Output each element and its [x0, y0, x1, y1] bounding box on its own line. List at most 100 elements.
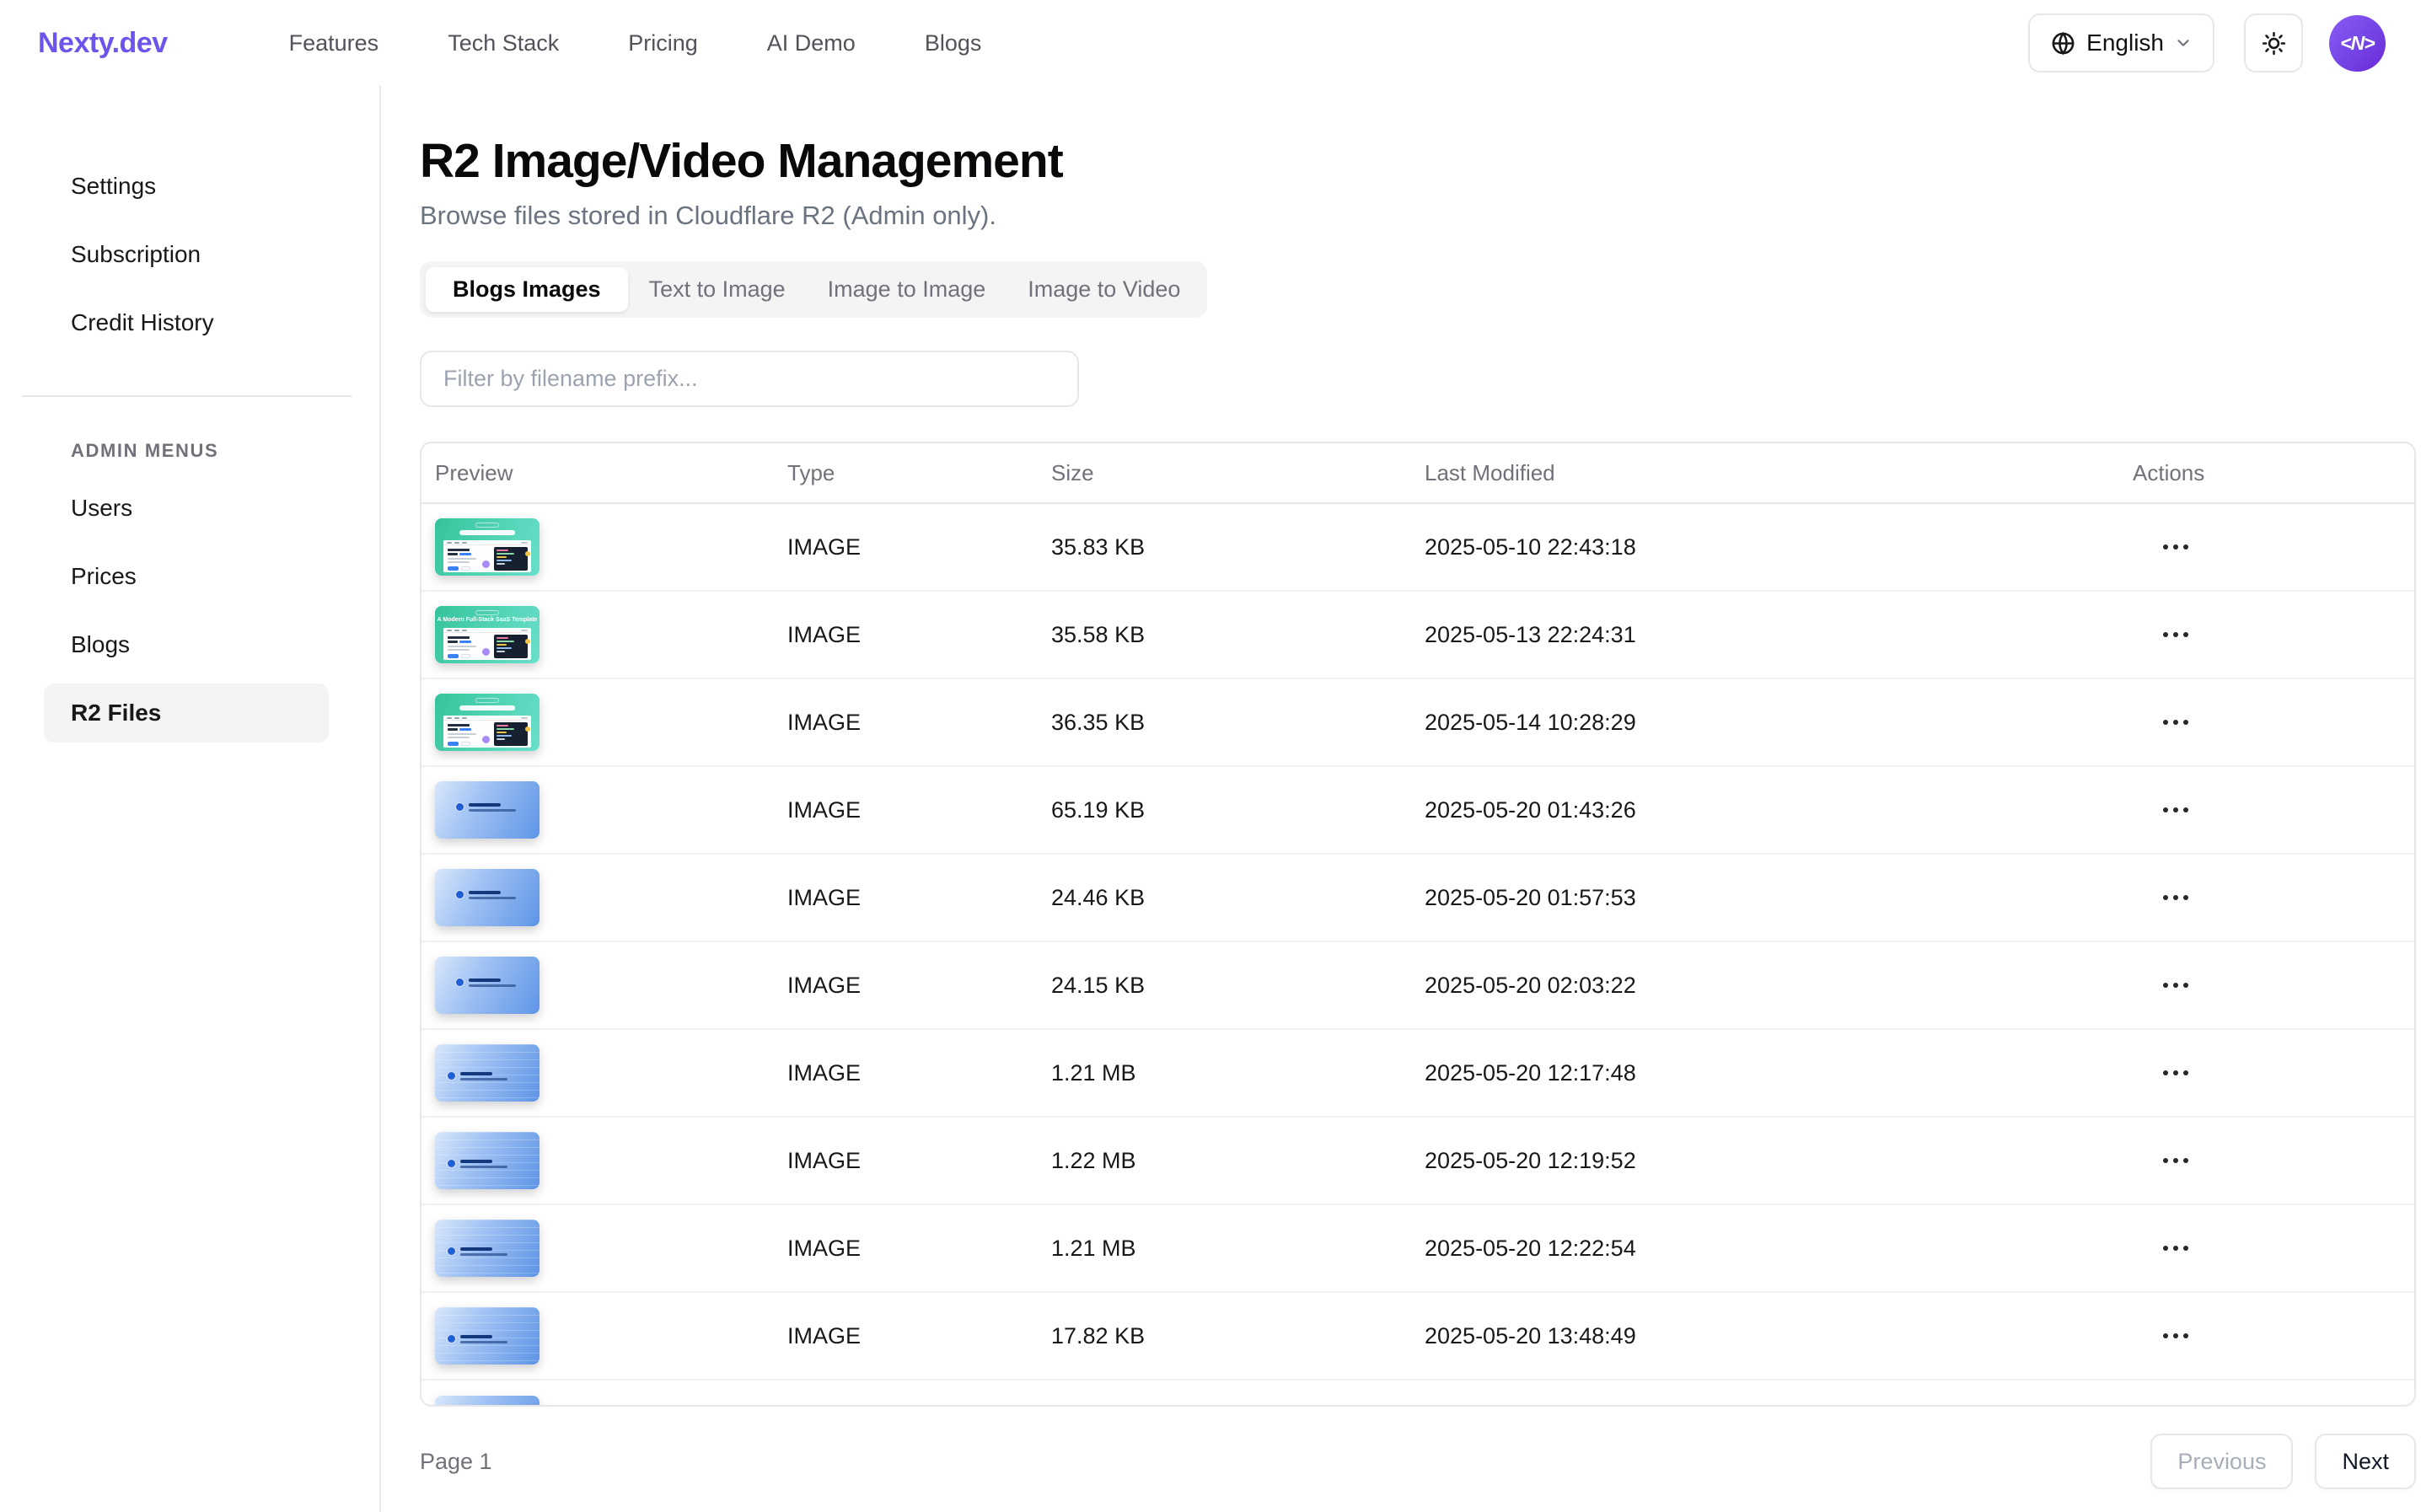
file-thumbnail [435, 1132, 539, 1189]
tab-image-to-image[interactable]: Image to Image [807, 267, 1007, 312]
cell-type: IMAGE [787, 622, 1051, 648]
table-row-partial [421, 1381, 2414, 1407]
thumbnail-logo [455, 978, 464, 987]
logo[interactable]: Nexty.dev [38, 27, 168, 60]
cell-last-modified: 2025-05-13 22:24:31 [1425, 622, 2133, 648]
cell-size: 1.21 MB [1051, 1060, 1425, 1086]
cell-size: 17.82 KB [1051, 1323, 1425, 1349]
cell-preview [435, 1044, 787, 1102]
file-thumbnail [435, 1396, 539, 1407]
file-thumbnail [435, 1307, 539, 1365]
cell-actions [2133, 1237, 2414, 1259]
filter-input[interactable] [420, 351, 1079, 407]
cell-size: 24.46 KB [1051, 885, 1425, 911]
language-selector[interactable]: English [2028, 13, 2214, 72]
sidebar-divider [22, 395, 352, 397]
cell-preview [435, 694, 787, 751]
thumbnail-logo [447, 1071, 456, 1080]
cell-last-modified: 2025-05-20 12:19:52 [1425, 1148, 2133, 1174]
thumbnail-logo [455, 890, 464, 899]
tabs: Blogs ImagesText to ImageImage to ImageI… [420, 261, 1207, 318]
thumbnail-logo [455, 802, 464, 812]
sidebar: SettingsSubscriptionCredit History ADMIN… [0, 86, 381, 1512]
cell-type: IMAGE [787, 885, 1051, 911]
nav-link-blogs[interactable]: Blogs [925, 30, 982, 56]
sidebar-item-credit-history[interactable]: Credit History [44, 293, 329, 352]
cell-last-modified: 2025-05-20 02:03:22 [1425, 973, 2133, 999]
cell-actions [2133, 887, 2414, 909]
previous-button[interactable]: Previous [2150, 1434, 2293, 1489]
sidebar-item-r2-files[interactable]: R2 Files [44, 684, 329, 743]
cell-actions [2133, 1325, 2414, 1347]
row-actions-menu-button[interactable] [2158, 1237, 2414, 1259]
row-actions-menu-button[interactable] [2158, 711, 2414, 733]
table-row: IMAGE1.21 MB2025-05-20 12:17:48 [421, 1030, 2414, 1118]
page-subtitle: Browse files stored in Cloudflare R2 (Ad… [420, 201, 2421, 231]
table-row: A Modern Full-Stack SaaS Template IMAGE35… [421, 592, 2414, 679]
sidebar-item-prices[interactable]: Prices [44, 547, 329, 606]
cell-preview: A Modern Full-Stack SaaS Template [435, 606, 787, 663]
row-actions-menu-button[interactable] [2158, 974, 2414, 996]
row-actions-menu-button[interactable] [2158, 624, 2414, 646]
sidebar-item-subscription[interactable]: Subscription [44, 225, 329, 284]
cell-type: IMAGE [787, 1148, 1051, 1174]
nav-link-tech-stack[interactable]: Tech Stack [448, 30, 559, 56]
language-label: English [2086, 29, 2164, 56]
table-row: IMAGE65.19 KB2025-05-20 01:43:26 [421, 767, 2414, 855]
thumbnail-title-bar [459, 530, 515, 535]
file-thumbnail: A Modern Full-Stack SaaS Template [435, 606, 539, 663]
tab-image-to-video[interactable]: Image to Video [1007, 267, 1201, 312]
tab-blogs-images[interactable]: Blogs Images [426, 267, 628, 312]
file-thumbnail [435, 869, 539, 926]
cell-last-modified: 2025-05-20 12:17:48 [1425, 1060, 2133, 1086]
cell-preview [435, 1307, 787, 1365]
row-actions-menu-button[interactable] [2158, 887, 2414, 909]
next-button[interactable]: Next [2315, 1434, 2416, 1489]
table-row: IMAGE35.83 KB2025-05-10 22:43:18 [421, 504, 2414, 592]
cell-actions [2133, 1062, 2414, 1084]
file-thumbnail [435, 1220, 539, 1277]
cell-type: IMAGE [787, 1060, 1051, 1086]
cell-size: 36.35 KB [1051, 710, 1425, 736]
top-nav: Nexty.dev Features Tech Stack Pricing AI De… [0, 0, 2421, 86]
cell-actions [2133, 624, 2414, 646]
main-content: R2 Image/Video Management Browse files s… [381, 86, 2421, 1512]
cell-last-modified: 2025-05-20 12:22:54 [1425, 1236, 2133, 1262]
cell-preview [435, 1220, 787, 1277]
cell-actions [2133, 974, 2414, 996]
page-indicator: Page 1 [420, 1449, 492, 1475]
cell-preview [435, 957, 787, 1014]
sidebar-item-users[interactable]: Users [44, 479, 329, 538]
sidebar-item-blogs[interactable]: Blogs [44, 615, 329, 674]
cell-preview [435, 869, 787, 926]
nav-link-features[interactable]: Features [289, 30, 379, 56]
cell-last-modified: 2025-05-20 01:57:53 [1425, 885, 2133, 911]
cell-last-modified: 2025-05-14 10:28:29 [1425, 710, 2133, 736]
cell-preview [435, 1396, 787, 1407]
avatar[interactable]: <N> [2329, 15, 2386, 72]
row-actions-menu-button[interactable] [2158, 1150, 2414, 1172]
cell-preview [435, 781, 787, 839]
header-controls: English <N> [2028, 13, 2386, 72]
table-row: IMAGE17.82 KB2025-05-20 13:48:49 [421, 1293, 2414, 1381]
row-actions-menu-button[interactable] [2158, 799, 2414, 821]
row-actions-menu-button[interactable] [2158, 536, 2414, 558]
row-actions-menu-button[interactable] [2158, 1325, 2414, 1347]
file-thumbnail [435, 1044, 539, 1102]
cell-type: IMAGE [787, 710, 1051, 736]
table-row: IMAGE1.21 MB2025-05-20 12:22:54 [421, 1205, 2414, 1293]
cell-last-modified: 2025-05-10 22:43:18 [1425, 534, 2133, 560]
row-actions-menu-button[interactable] [2158, 1062, 2414, 1084]
cell-actions [2133, 711, 2414, 733]
column-header-actions: Actions [2133, 460, 2414, 486]
file-thumbnail [435, 518, 539, 576]
theme-toggle-button[interactable] [2244, 13, 2303, 72]
tab-text-to-image[interactable]: Text to Image [628, 267, 807, 312]
cell-size: 35.58 KB [1051, 622, 1425, 648]
nav-link-pricing[interactable]: Pricing [628, 30, 698, 56]
cell-type: IMAGE [787, 1323, 1051, 1349]
sidebar-item-settings[interactable]: Settings [44, 157, 329, 216]
nav-link-ai-demo[interactable]: AI Demo [767, 30, 856, 56]
main-nav: Features Tech Stack Pricing AI Demo Blogs [289, 30, 982, 56]
cell-size: 65.19 KB [1051, 797, 1425, 823]
